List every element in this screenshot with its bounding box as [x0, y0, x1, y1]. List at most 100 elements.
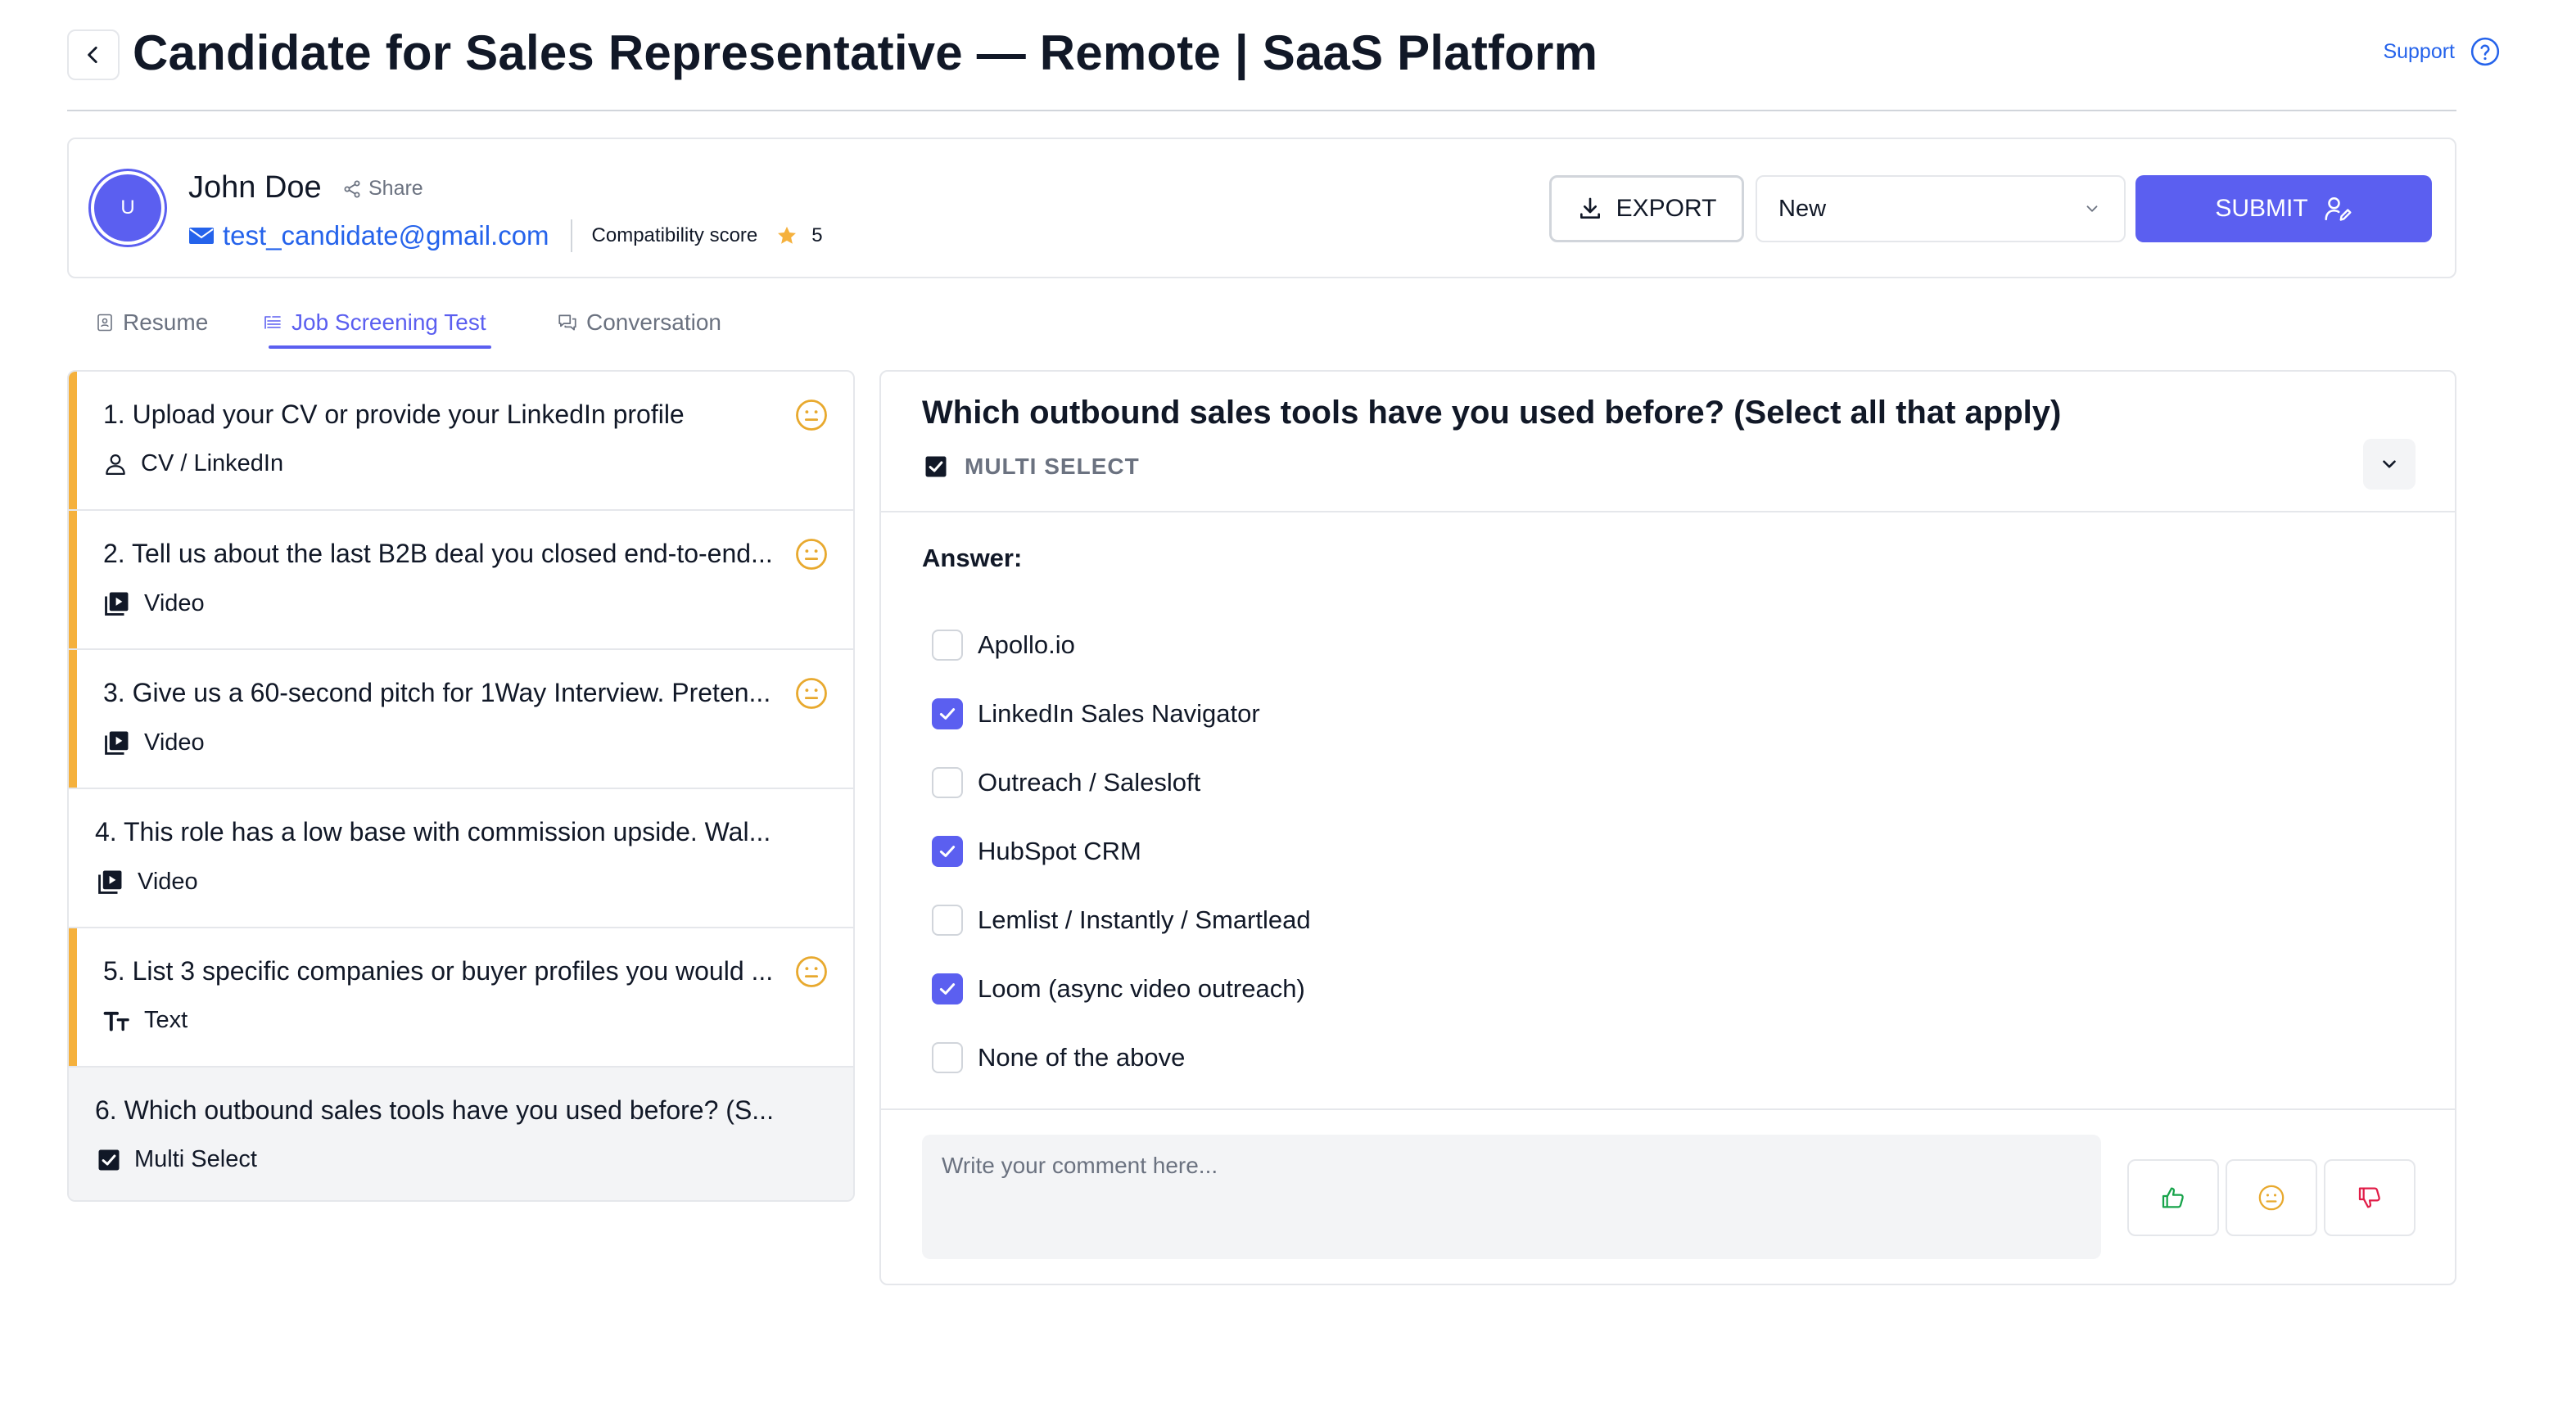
question-type-label: Text [144, 1007, 188, 1033]
divider [570, 219, 572, 252]
question-item-6[interactable]: 6. Which outbound sales tools have you u… [69, 1068, 853, 1200]
candidate-name: John Doe [188, 170, 322, 205]
option-label: LinkedIn Sales Navigator [978, 699, 1260, 728]
checkbox-icon [925, 456, 947, 477]
checkbox[interactable] [932, 973, 963, 1004]
question-list: 1. Upload your CV or provide your Linked… [67, 370, 855, 1202]
option-label: Loom (async video outreach) [978, 974, 1305, 1003]
question-title: 3. Give us a 60-second pitch for 1Way In… [103, 678, 771, 707]
tab-resume[interactable]: Resume [95, 301, 262, 344]
video-icon [98, 870, 122, 894]
video-icon [105, 731, 129, 755]
download-icon [1579, 197, 1600, 219]
question-type: CV / LinkedIn [103, 450, 283, 477]
header-divider [67, 110, 2456, 111]
question-item-2[interactable]: 2. Tell us about the last B2B deal you c… [69, 511, 853, 650]
share-button[interactable]: Share [342, 177, 423, 201]
check-icon [939, 983, 956, 995]
collapse-button[interactable] [2363, 439, 2416, 490]
neutral-face-icon [2258, 1185, 2285, 1211]
avatar-initial: U [94, 174, 161, 242]
tab-label: Resume [123, 309, 209, 335]
question-type-label: Video [144, 729, 205, 756]
question-type: Video [97, 868, 198, 896]
question-type-label: Video [144, 589, 205, 616]
tab-bar: Resume Job Screening Test Conversation [95, 301, 753, 349]
divider [881, 511, 2455, 512]
question-type-label: Video [138, 868, 198, 895]
thumbs-up-icon [2162, 1187, 2184, 1208]
checkbox[interactable] [932, 905, 963, 936]
checkbox[interactable] [932, 698, 963, 729]
person-icon [106, 454, 125, 475]
thumbs-down-button[interactable] [2324, 1159, 2416, 1236]
question-item-3[interactable]: 3. Give us a 60-second pitch for 1Way In… [69, 650, 853, 789]
option-item[interactable]: Outreach / Salesloft [932, 748, 1311, 817]
share-label: Share [368, 177, 423, 200]
question-type: Video [103, 589, 205, 617]
compatibility-score: 5 [811, 224, 823, 246]
video-icon [105, 592, 129, 616]
user-edit-icon [2325, 196, 2352, 221]
export-button[interactable]: EXPORT [1549, 175, 1744, 242]
neutral-face-icon [796, 400, 827, 431]
help-circle-icon [2470, 37, 2500, 66]
thumbs-up-button[interactable] [2127, 1159, 2219, 1236]
candidate-card: U John Doe Share test_candidate@gmail.co… [67, 138, 2456, 278]
chevron-left-icon [88, 46, 97, 64]
question-title: 6. Which outbound sales tools have you u… [95, 1095, 774, 1125]
page-title: Candidate for Sales Representative — Rem… [133, 25, 1598, 80]
tab-conversation[interactable]: Conversation [557, 301, 753, 344]
avatar: U [88, 169, 167, 247]
question-type-badge: MULTI SELECT [924, 454, 1140, 480]
submit-label: SUBMIT [2215, 195, 2308, 222]
option-item[interactable]: LinkedIn Sales Navigator [932, 679, 1311, 748]
option-item[interactable]: Lemlist / Instantly / Smartlead [932, 886, 1311, 955]
question-title: 1. Upload your CV or provide your Linked… [103, 400, 685, 429]
question-item-5[interactable]: 5. List 3 specific companies or buyer pr… [69, 928, 853, 1068]
option-label: HubSpot CRM [978, 837, 1141, 865]
tab-label: Conversation [586, 309, 721, 335]
submit-button[interactable]: SUBMIT [2135, 175, 2432, 242]
question-type: Video [103, 729, 205, 756]
comment-input[interactable] [922, 1135, 2101, 1259]
resume-icon [97, 314, 112, 332]
option-item[interactable]: Apollo.io [932, 611, 1311, 679]
question-type: Multi Select [97, 1146, 257, 1173]
neutral-button[interactable] [2226, 1159, 2317, 1236]
back-button[interactable] [67, 29, 120, 80]
option-item[interactable]: None of the above [932, 1023, 1311, 1092]
compatibility-label: Compatibility score [591, 224, 758, 246]
checkbox[interactable] [932, 767, 963, 798]
support-link[interactable]: Support [2383, 36, 2501, 67]
question-title: 4. This role has a low base with commiss… [95, 817, 771, 846]
status-value: New [1778, 195, 1827, 222]
neutral-face-icon [796, 956, 827, 987]
neutral-face-icon [796, 678, 827, 709]
option-item[interactable]: HubSpot CRM [932, 817, 1311, 886]
option-label: Lemlist / Instantly / Smartlead [978, 905, 1311, 934]
chevron-down-icon [2383, 460, 2396, 468]
checkbox[interactable] [932, 836, 963, 867]
answer-label: Answer: [922, 544, 1023, 572]
email-row: test_candidate@gmail.com Compatibility s… [188, 219, 823, 252]
option-label: Outreach / Salesloft [978, 768, 1201, 797]
text-icon [103, 1011, 129, 1031]
option-label: Apollo.io [978, 630, 1075, 659]
question-title: 2. Tell us about the last B2B deal you c… [103, 539, 773, 568]
thumbs-down-icon [2358, 1187, 2380, 1208]
candidate-email[interactable]: test_candidate@gmail.com [223, 220, 549, 251]
checkbox-icon [98, 1149, 120, 1170]
tab-job-screening-test[interactable]: Job Screening Test [262, 301, 557, 349]
checkbox[interactable] [932, 1042, 963, 1073]
status-select[interactable]: New [1756, 175, 2126, 242]
support-label: Support [2383, 39, 2455, 63]
question-item-1[interactable]: 1. Upload your CV or provide your Linked… [69, 372, 853, 511]
divider [881, 1108, 2455, 1110]
option-item[interactable]: Loom (async video outreach) [932, 955, 1311, 1023]
question-item-4[interactable]: 4. This role has a low base with commiss… [69, 789, 853, 928]
question-type-label: Multi Select [134, 1146, 257, 1172]
star-icon [778, 226, 797, 244]
neutral-face-icon [796, 539, 827, 570]
checkbox[interactable] [932, 630, 963, 661]
